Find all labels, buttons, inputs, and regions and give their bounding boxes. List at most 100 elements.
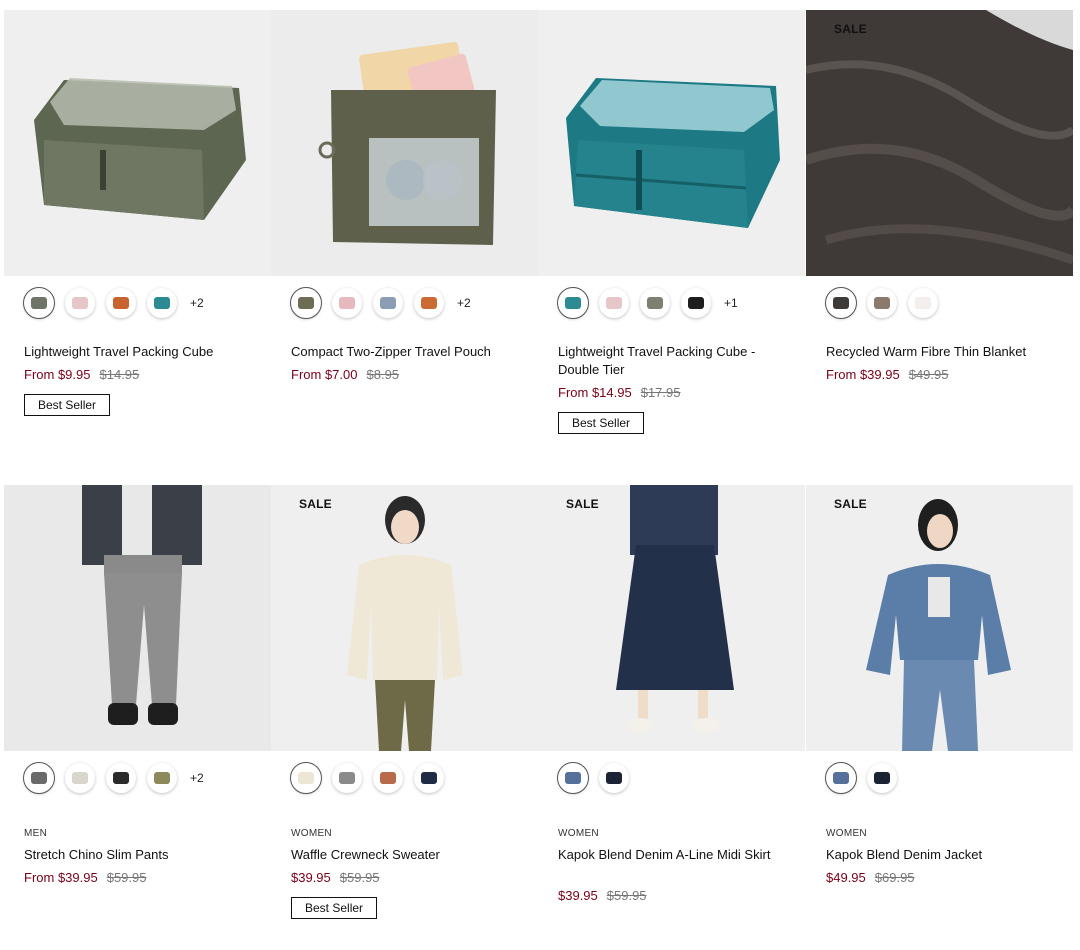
swatch-fill [874,297,890,309]
product-category: WOMEN [291,828,332,839]
price-prefix: From [291,367,325,382]
product-image[interactable] [271,10,538,276]
sale-price: $7.00 [324,367,358,382]
product-image[interactable]: SALE [271,485,538,751]
swatch-fill [339,297,355,309]
swatch-fill [154,772,170,784]
product-image[interactable]: SALE [806,485,1073,751]
more-colors-count[interactable]: +2 [190,771,204,785]
color-swatch[interactable] [147,288,177,318]
color-swatch[interactable] [414,763,444,793]
color-swatch[interactable] [681,288,711,318]
product-category: WOMEN [558,828,599,839]
swatch-fill [688,297,704,309]
more-colors-count[interactable]: +2 [190,296,204,310]
swatch-fill [874,772,890,784]
color-swatch[interactable] [908,288,938,318]
swatch-fill [833,297,849,309]
product-price: From $39.95 $59.95 [24,870,146,885]
swatch-fill [380,297,396,309]
color-swatch[interactable] [23,762,55,794]
color-swatch[interactable] [65,763,95,793]
product-image[interactable]: SALE [538,485,805,751]
product-image[interactable] [538,10,805,276]
blanket-icon [806,10,1073,276]
color-swatch[interactable] [414,288,444,318]
more-colors-count[interactable]: +1 [724,296,738,310]
color-swatch[interactable] [867,288,897,318]
swatch-fill [833,772,849,784]
swatch-fill [915,297,931,309]
color-swatch[interactable] [599,288,629,318]
product-card[interactable]: +2 Lightweight Travel Packing Cube From … [4,10,271,440]
product-card[interactable]: SALE Recycled Warm Fibre Thin Blanket Fr… [806,10,1073,440]
color-swatch[interactable] [557,762,589,794]
product-image[interactable] [4,485,271,751]
swatch-fill [380,772,396,784]
swatch-fill [421,297,437,309]
color-swatch[interactable] [65,288,95,318]
product-price: $39.95 $59.95 [291,870,380,885]
swatch-fill [339,772,355,784]
best-seller-badge: Best Seller [24,394,111,416]
original-price: $14.95 [99,367,140,382]
swatch-fill [298,297,314,309]
product-title[interactable]: Recycled Warm Fibre Thin Blanket [826,343,1041,361]
swatch-fill [421,772,437,784]
color-swatch[interactable] [106,763,136,793]
sale-label: SALE [566,497,599,511]
product-title[interactable]: Kapok Blend Denim A-Line Midi Skirt [558,846,773,864]
product-price: From $39.95 $49.95 [826,367,948,382]
swatch-fill [565,772,581,784]
product-title[interactable]: Compact Two-Zipper Travel Pouch [291,343,506,361]
color-swatches [557,762,640,794]
product-title[interactable]: Lightweight Travel Packing Cube [24,343,239,361]
product-image[interactable]: SALE [806,10,1073,276]
sale-label: SALE [834,497,867,511]
color-swatches [290,762,455,794]
color-swatch[interactable] [373,763,403,793]
price-prefix: From [826,367,860,382]
denim-jacket-model-icon [866,499,1011,751]
color-swatch[interactable] [825,287,857,319]
product-title[interactable]: Lightweight Travel Packing Cube - Double… [558,343,773,379]
product-title[interactable]: Stretch Chino Slim Pants [24,846,239,864]
product-title[interactable]: Waffle Crewneck Sweater [291,846,506,864]
original-price: $17.95 [640,385,681,400]
color-swatches: +1 [557,287,738,319]
color-swatch[interactable] [373,288,403,318]
color-swatches: +2 [23,287,204,319]
original-price: $49.95 [908,367,949,382]
sale-price: $9.95 [57,367,91,382]
product-card[interactable]: +1 Lightweight Travel Packing Cube - Dou… [538,10,805,440]
color-swatch[interactable] [640,288,670,318]
product-price: $49.95 $69.95 [826,870,915,885]
color-swatch[interactable] [106,288,136,318]
color-swatch[interactable] [290,762,322,794]
travel-pouch-icon [318,41,496,245]
sale-label: SALE [299,497,332,511]
more-colors-count[interactable]: +2 [457,296,471,310]
best-seller-badge: Best Seller [291,897,378,919]
product-image[interactable] [4,10,271,276]
color-swatch[interactable] [332,288,362,318]
color-swatch[interactable] [599,763,629,793]
color-swatch[interactable] [825,762,857,794]
product-card[interactable]: SALE WOMEN Waffle Crewneck Sweater $39.9… [271,485,538,945]
sale-label: SALE [834,22,867,36]
product-card[interactable]: +2 Compact Two-Zipper Travel Pouch From … [271,10,538,440]
product-card[interactable]: SALE WOMEN Kapok Blend Denim A-Line Midi… [538,485,805,945]
best-seller-badge: Best Seller [558,412,645,434]
color-swatch[interactable] [332,763,362,793]
product-card[interactable]: +2 MEN Stretch Chino Slim Pants From $39… [4,485,271,945]
color-swatches [825,762,908,794]
color-swatch[interactable] [290,287,322,319]
color-swatch[interactable] [867,763,897,793]
product-card[interactable]: SALE WOMEN Kapok Blend Denim Jacket $49.… [806,485,1073,945]
product-title[interactable]: Kapok Blend Denim Jacket [826,846,1041,864]
color-swatch[interactable] [147,763,177,793]
swatch-fill [154,297,170,309]
color-swatch[interactable] [557,287,589,319]
color-swatch[interactable] [23,287,55,319]
sale-price: $39.95 [291,870,331,885]
